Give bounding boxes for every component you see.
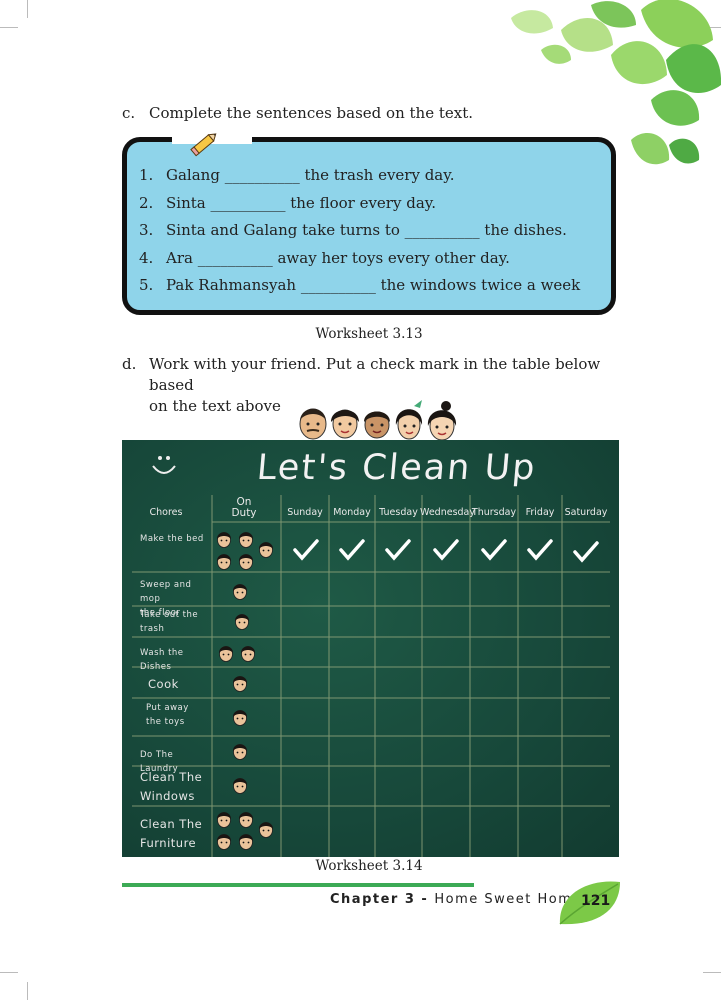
list-item: 5. Pak Rahmansyah __________ the windows … xyxy=(139,276,580,304)
crop-mark xyxy=(27,982,28,1000)
item-text: Pak Rahmansyah __________ the windows tw… xyxy=(166,276,581,294)
instruction-text: on the text above xyxy=(149,397,281,415)
check-mark-icon xyxy=(573,541,599,563)
crop-mark xyxy=(0,972,18,973)
list-item: 4. Ara __________ away her toys every oth… xyxy=(139,249,580,277)
boy-face-icon xyxy=(364,411,390,439)
pencil-icon xyxy=(190,133,217,157)
chore-text: trash xyxy=(140,624,165,634)
item-number: 1. xyxy=(139,166,154,184)
girl-face-icon xyxy=(395,400,423,440)
page-number: 121 xyxy=(581,893,611,909)
item-number: 3. xyxy=(139,221,154,239)
chore-text: the toys xyxy=(146,717,185,727)
item-text: Sinta and Galang take turns to _________… xyxy=(166,221,567,239)
chore-label: Make the bed xyxy=(140,532,212,546)
chore-label: Clean The Windows xyxy=(140,768,212,806)
chore-text: Windows xyxy=(140,789,195,803)
crop-mark xyxy=(703,972,721,973)
chore-label: Clean The Furniture xyxy=(140,815,212,853)
on-duty-avatars xyxy=(216,531,274,850)
chore-text: Wash the Dishes xyxy=(140,648,184,672)
check-mark-icon xyxy=(385,539,411,561)
mother-face-icon xyxy=(331,409,359,439)
item-number: 2. xyxy=(139,193,154,212)
chore-text: Put away xyxy=(146,703,189,713)
section-letter: c. xyxy=(122,104,136,122)
chore-text: Sweep and mop xyxy=(140,580,192,604)
header-day: Friday xyxy=(525,507,555,518)
chore-text: Clean The xyxy=(140,817,203,831)
exercise-box: 1. Galang __________ the trash every day.… xyxy=(122,136,616,315)
section-c-instruction: c. Complete the sentences based on the te… xyxy=(122,104,622,122)
check-mark-icon xyxy=(293,539,319,561)
header-day: Thursday xyxy=(471,507,517,518)
chapter-label: Chapter 3 - xyxy=(330,892,435,907)
item-text: Sinta __________ the floor every day. xyxy=(166,193,437,212)
item-text: Ara __________ away her toys every other… xyxy=(166,248,510,267)
chore-text: Cook xyxy=(148,677,179,691)
section-letter: d. xyxy=(122,355,137,373)
header-day: Monday xyxy=(333,507,371,518)
item-number: 5. xyxy=(139,276,154,294)
board-title: Let's Clean Up xyxy=(255,448,539,488)
worksheet-caption: Worksheet 3.13 xyxy=(315,326,423,342)
characters-illustration xyxy=(299,400,457,441)
smiley-icon xyxy=(152,456,176,474)
list-item: 2. Sinta __________ the floor every day. xyxy=(139,194,580,222)
header-chores: Chores xyxy=(149,507,183,518)
chore-label: Take out the trash xyxy=(140,608,212,636)
item-number: 4. xyxy=(139,248,154,267)
chapter-footer: Chapter 3 - Home Sweet Home xyxy=(330,892,582,907)
item-text: Galang __________ the trash every day. xyxy=(166,166,455,184)
chore-label: Wash the Dishes xyxy=(140,646,212,674)
chore-text: Make the bed xyxy=(140,534,204,544)
chore-text: Furniture xyxy=(140,836,197,850)
chore-text: Clean The xyxy=(140,770,203,784)
header-day: Wednesday xyxy=(420,507,476,518)
chore-table: Chores On Duty Sunday Monday Tuesday Wed… xyxy=(132,495,610,857)
check-mark-icon xyxy=(481,539,507,561)
sister-face-icon xyxy=(427,401,457,441)
check-mark-icon xyxy=(339,539,365,561)
header-day: Saturday xyxy=(564,507,608,518)
chore-chart-board: Let's Clean Up Chores On Duty Sunday Mon… xyxy=(122,440,619,857)
father-face-icon xyxy=(299,408,327,440)
list-item: 3. Sinta and Galang take turns to _______… xyxy=(139,221,580,249)
crop-mark xyxy=(0,27,18,28)
crop-mark xyxy=(27,0,28,18)
worksheet-caption: Worksheet 3.14 xyxy=(315,858,423,874)
list-item: 1. Galang __________ the trash every day. xyxy=(139,166,580,194)
chore-label: Put away the toys xyxy=(146,701,218,729)
header-day: Tuesday xyxy=(379,507,418,518)
instruction-text: Work with your friend. Put a check mark … xyxy=(149,355,601,394)
check-mark-icon xyxy=(527,539,553,561)
chore-label: Cook xyxy=(148,675,220,694)
chore-text: Take out the xyxy=(140,610,199,620)
check-mark-icon xyxy=(433,539,459,561)
sentence-list: 1. Galang __________ the trash every day.… xyxy=(139,166,580,304)
footer-rule xyxy=(122,883,474,887)
instruction-text: Complete the sentences based on the text… xyxy=(149,104,474,122)
